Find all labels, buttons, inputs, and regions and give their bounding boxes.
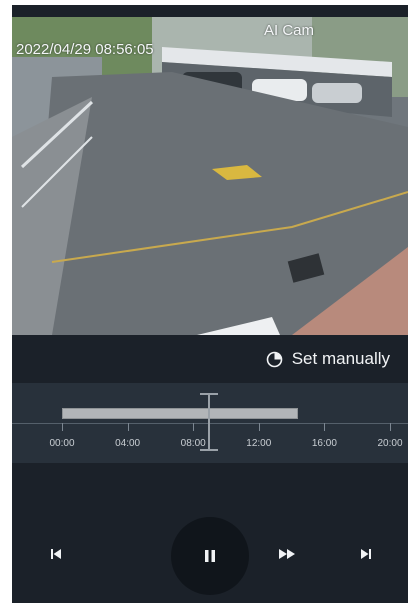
timeline-cursor-cap-top xyxy=(199,393,218,395)
skip-next-icon xyxy=(361,549,371,559)
timeline-tick xyxy=(324,423,326,431)
timeline-tick xyxy=(62,423,63,431)
app-frame: 2022/04/29 08:56:05 AI Cam Set manually … xyxy=(12,5,408,603)
recording-segment[interactable] xyxy=(62,408,299,419)
timestamp-overlay: 2022/04/29 08:56:05 xyxy=(16,41,154,58)
timeline[interactable]: 00:00 04:00 08:00 12:00 16:00 20:00 xyxy=(12,383,408,463)
fast-forward-icon xyxy=(279,549,295,559)
timeline-cursor-cap-bottom xyxy=(199,449,218,451)
set-manually-label: Set manually xyxy=(291,349,390,368)
timeline-cursor[interactable] xyxy=(207,393,210,451)
pause-button[interactable] xyxy=(171,517,249,595)
camera-scene xyxy=(12,17,408,335)
timeline-tick-label: 00:00 xyxy=(49,438,75,449)
playback-controls xyxy=(12,463,408,603)
fast-forward-button[interactable] xyxy=(275,543,299,565)
camera-name-overlay: AI Cam xyxy=(264,22,315,39)
timeline-tick xyxy=(390,423,391,431)
timeline-tick xyxy=(127,423,129,431)
clock-icon xyxy=(266,351,283,367)
timeline-tick-label: 16:00 xyxy=(311,438,337,449)
timeline-tick-label: 04:00 xyxy=(115,438,141,449)
timeline-tick xyxy=(258,423,260,431)
skip-previous-icon xyxy=(51,549,61,559)
timeline-tick-label: 20:00 xyxy=(377,438,403,449)
skip-previous-button[interactable] xyxy=(45,543,67,565)
camera-view[interactable]: 2022/04/29 08:56:05 AI Cam xyxy=(12,17,408,335)
set-manually-button[interactable]: Set manually xyxy=(266,349,390,369)
timeline-tick-label: 12:00 xyxy=(246,438,272,449)
timeline-tick-label: 08:00 xyxy=(180,438,206,449)
timeline-tick xyxy=(193,423,195,431)
timeline-track xyxy=(12,423,408,424)
skip-next-button[interactable] xyxy=(355,543,377,565)
mode-bar: Set manually xyxy=(12,335,408,383)
pause-icon xyxy=(205,550,215,562)
